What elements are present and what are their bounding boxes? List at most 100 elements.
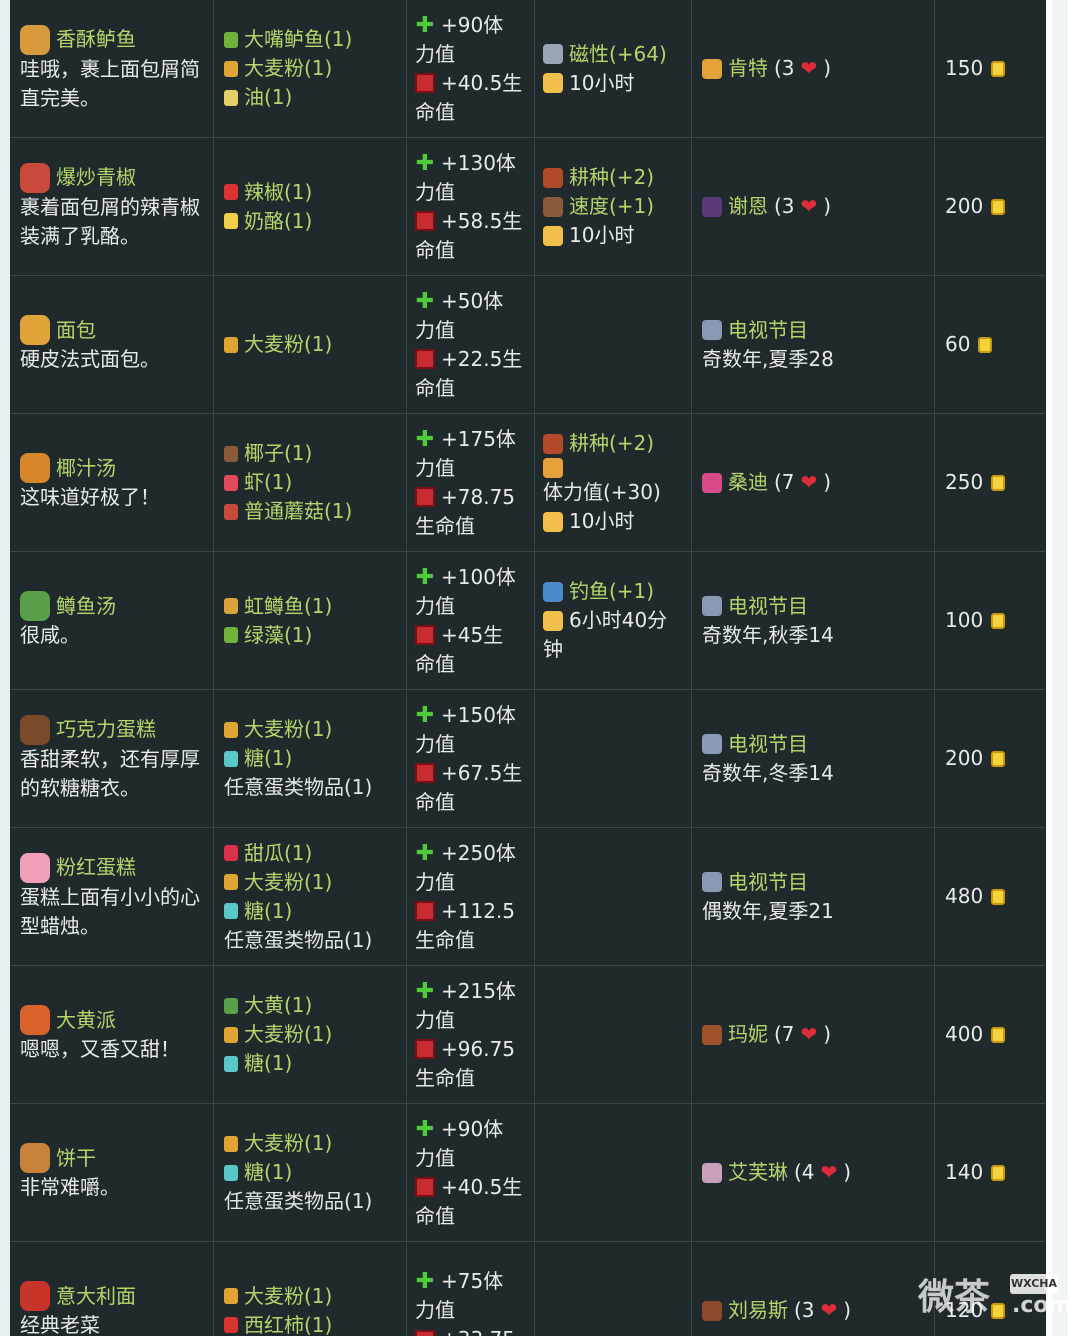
ingredient-item: 绿藻(1) [224,621,396,650]
buff-cell [535,690,692,827]
ingredient-label: 大麦粉(1) [244,56,333,80]
price-value: 140 [945,1160,984,1184]
gift-cell: 电视节目 奇数年,冬季14 [692,690,935,827]
table-row: 鳟鱼汤 很咸。 虹鳟鱼(1) 绿藻(1) ✚ +100体 力值 +45生 命值 钓鱼(+1) 6小时… [10,552,1046,690]
energy-plus-icon: ✚ [415,1116,435,1142]
ingredient-icon [224,503,238,520]
ingredient-label: 大麦粉(1) [244,332,333,356]
dish-name: 面包 [56,317,96,342]
ingredient-label: 大麦粉(1) [244,1022,333,1046]
ingredients-cell: 大麦粉(1) 西红柿(1) [214,1242,407,1336]
ingredient-item: 任意蛋类物品(1) [224,773,396,802]
dish-icon [20,714,50,745]
energy-value: +50体 [441,288,504,313]
ingredients-cell: 大黄(1) 大麦粉(1) 糖(1) [214,966,407,1103]
health-label: 命值 [415,237,455,262]
ingredient-label: 糖(1) [244,898,293,923]
heart-icon: ❤ [800,194,818,218]
buff-item: 钟 [543,635,681,664]
ingredient-label: 绿藻(1) [244,622,313,647]
ingredients-cell: 大麦粉(1) [214,276,407,413]
gift-icon [702,596,722,616]
dish-name-row: 爆炒青椒 [20,162,203,193]
health-row: +78.75 [415,483,524,512]
ingredient-label: 奶酪(1) [244,208,313,233]
ingredient-icon [224,213,238,229]
energy-plus-icon: ✚ [415,288,435,314]
gift-name: 艾芙琳 [728,1160,788,1184]
gift-hearts-count: (3 [794,1298,815,1322]
health-row: +45生 [415,621,524,650]
energy-value: +150体 [441,702,516,727]
gift-hearts-count: (4 [794,1160,815,1184]
ingredient-label: 油(1) [244,85,293,109]
scrollbar[interactable] [1052,0,1068,1336]
energy-value: +215体 [441,978,516,1003]
table-row: 粉红蛋糕 蛋糕上面有小小的心型蜡烛。 甜瓜(1) 大麦粉(1) 糖(1) 任意蛋类物品(1… [10,828,1046,966]
gift-icon [702,1300,722,1321]
gold-coin-icon [991,1164,1006,1181]
health-label: 命值 [415,651,455,676]
ingredient-item: 普通蘑菇(1) [224,497,396,526]
ingredients-cell: 椰子(1) 虾(1) 普通蘑菇(1) [214,414,407,551]
heart-icon: ❤ [800,470,818,494]
buff-label: 体力值(+30) [543,480,661,504]
buff-item: 耕种(+2) [543,429,681,458]
gift-icon [702,472,722,493]
health-icon [415,487,435,507]
gift-row: 电视节目 [702,730,924,759]
stats-cell: ✚+75体力值 +33.75 [407,1242,535,1336]
table-row: 面包 硬皮法式面包。 大麦粉(1) ✚ +50体 力值 +22.5生 命值 电视节目 奇数年,夏季… [10,276,1046,414]
dish-name: 香酥鲈鱼 [56,27,136,51]
energy-plus-icon: ✚ [415,840,435,866]
ingredients-cell: 大嘴鲈鱼(1) 大麦粉(1) 油(1) [214,0,407,137]
buff-label: 磁性(+64) [569,41,667,66]
dish-icon [20,453,50,483]
dish-description: 嗯嗯，又香又甜！ [20,1037,180,1061]
ingredient-item: 大黄(1) [224,991,396,1020]
stats-cell: ✚ +150体 力值 +67.5生 命值 [407,690,535,827]
dish-description: 香甜柔软，还有厚厚的软糖糖衣。 [20,746,200,800]
dish-description: 裹着面包屑的辣青椒装满了乳酪。 [20,194,200,248]
health-label: 生命值 [415,927,475,952]
energy-label: 力值 [415,869,455,894]
ingredient-label: 大嘴鲈鱼(1) [244,27,353,51]
watermark-domain: .com [1012,1293,1072,1318]
health-icon [415,1039,435,1059]
buff-label: 6小时40分 [569,608,668,632]
dish-cell: 香酥鲈鱼 哇哦，裹上面包屑简直完美。 [10,0,214,137]
dish-name-row: 意大利面 [20,1281,203,1311]
buff-label: 10小时 [569,70,635,95]
buff-item: 速度(+1) [543,192,681,221]
gold-coin-icon [991,1026,1006,1043]
table-row: 大黄派嗯嗯，又香又甜！ 大黄(1) 大麦粉(1) 糖(1) ✚ +215体 力值 +96.75… [10,966,1046,1104]
ingredient-label: 糖(1) [244,1160,293,1184]
dish-cell: 面包 硬皮法式面包。 [10,276,214,413]
ingredients-cell: 甜瓜(1) 大麦粉(1) 糖(1) 任意蛋类物品(1) [214,828,407,965]
buff-cell [535,1104,692,1241]
energy-label: 力值 [415,455,455,480]
buff-label: 10小时 [569,223,635,247]
buff-label: 速度(+1) [569,194,655,218]
ingredient-label: 大麦粉(1) [244,1283,333,1308]
ingredient-icon [224,336,238,353]
energy-row: ✚ +90体 [415,11,524,40]
dish-name: 大黄派 [56,1007,116,1032]
stats-cell: ✚ +215体 力值 +96.75 生命值 [407,966,535,1103]
ingredient-label: 辣椒(1) [244,179,313,204]
dish-description: 经典老菜 [20,1313,100,1336]
ingredient-item: 任意蛋类物品(1) [224,926,396,955]
gift-cell: 玛妮 (7 ❤) [692,966,935,1103]
stats-cell: ✚ +130体 力值 +58.5生 命值 [407,138,535,275]
gift-detail: 偶数年,夏季21 [702,898,834,923]
gold-coin-icon [991,750,1006,767]
dish-cell: 鳟鱼汤 很咸。 [10,552,214,689]
gift-name: 桑迪 [728,470,768,494]
price-row: 200 [945,744,1036,773]
dish-icon [20,591,50,621]
buff-cell [535,276,692,413]
ingredient-item: 大麦粉(1) [224,868,396,897]
gift-cell: 艾芙琳 (4 ❤) [692,1104,935,1241]
energy-row: ✚ +90体 [415,1115,524,1144]
buff-label: 钓鱼(+1) [569,579,655,603]
